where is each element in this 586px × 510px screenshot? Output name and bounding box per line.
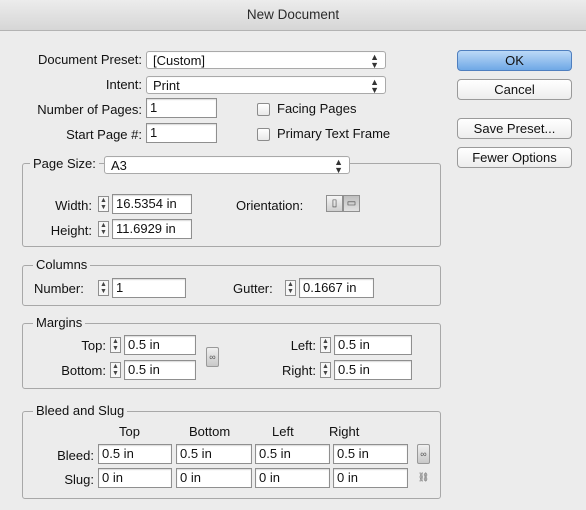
- intent-label: Intent:: [105, 77, 142, 92]
- bleed-label: Bleed:: [57, 448, 94, 463]
- document-preset-label: Document Preset:: [37, 52, 142, 67]
- margin-left-stepper[interactable]: ▲ ▼: [320, 337, 331, 353]
- width-label: Width:: [55, 198, 92, 213]
- primary-text-frame-label: Primary Text Frame: [277, 126, 391, 141]
- intent-select[interactable]: Print ▲ ▼: [146, 76, 386, 95]
- bleed-header-right: Right: [329, 424, 360, 439]
- bleed-slug-title: Bleed and Slug: [33, 403, 128, 418]
- bleed-header-bottom: Bottom: [189, 424, 231, 439]
- width-field[interactable]: 16.5354 in: [112, 194, 192, 214]
- margin-bottom-label: Bottom:: [61, 363, 106, 378]
- margin-left-label: Left:: [290, 338, 316, 353]
- window-title: New Document: [0, 0, 586, 31]
- popup-arrows-icon: ▲ ▼: [334, 157, 343, 175]
- popup-arrows-icon: ▲ ▼: [370, 52, 379, 70]
- page-size-select[interactable]: A3 ▲ ▼: [104, 156, 350, 175]
- number-of-pages-label: Number of Pages:: [37, 102, 142, 117]
- slug-label: Slug:: [64, 472, 94, 487]
- height-stepper[interactable]: ▲ ▼: [98, 221, 109, 237]
- facing-pages-label: Facing Pages: [277, 101, 357, 116]
- start-page-field[interactable]: 1: [146, 123, 217, 143]
- slug-right-field[interactable]: 0 in: [333, 468, 408, 488]
- page-size-value: A3: [111, 158, 127, 173]
- slug-left-field[interactable]: 0 in: [255, 468, 330, 488]
- document-preset-select[interactable]: [Custom] ▲ ▼: [146, 51, 386, 70]
- slug-top-field[interactable]: 0 in: [98, 468, 172, 488]
- fewer-options-button[interactable]: Fewer Options: [457, 147, 572, 168]
- margins-title: Margins: [33, 315, 86, 330]
- bleed-top-field[interactable]: 0.5 in: [98, 444, 172, 464]
- margins-link-icon[interactable]: ∞: [206, 347, 219, 367]
- landscape-orientation-icon[interactable]: ▭: [343, 195, 360, 212]
- page-size-label: Page Size:: [30, 156, 99, 171]
- intent-value: Print: [153, 78, 180, 93]
- primary-text-frame-checkbox[interactable]: [257, 128, 270, 141]
- margin-bottom-stepper[interactable]: ▲ ▼: [110, 362, 121, 378]
- popup-arrows-icon: ▲ ▼: [370, 77, 379, 95]
- width-stepper[interactable]: ▲ ▼: [98, 196, 109, 212]
- margin-top-field[interactable]: 0.5 in: [124, 335, 196, 355]
- columns-number-field[interactable]: 1: [112, 278, 186, 298]
- margin-bottom-field[interactable]: 0.5 in: [124, 360, 196, 380]
- bleed-right-field[interactable]: 0.5 in: [333, 444, 408, 464]
- columns-number-label: Number:: [34, 281, 84, 296]
- margin-top-label: Top:: [81, 338, 106, 353]
- bleed-bottom-field[interactable]: 0.5 in: [176, 444, 252, 464]
- ok-button[interactable]: OK: [457, 50, 572, 71]
- height-label: Height:: [50, 223, 92, 238]
- height-field[interactable]: 11.6929 in: [112, 219, 192, 239]
- columns-title: Columns: [33, 257, 91, 272]
- gutter-label: Gutter:: [233, 281, 273, 296]
- gutter-field[interactable]: 0.1667 in: [299, 278, 374, 298]
- margin-right-label: Right:: [282, 363, 316, 378]
- bleed-link-icon[interactable]: ∞: [417, 444, 430, 464]
- save-preset-button[interactable]: Save Preset...: [457, 118, 572, 139]
- cancel-button[interactable]: Cancel: [457, 79, 572, 100]
- slug-bottom-field[interactable]: 0 in: [176, 468, 252, 488]
- bleed-header-top: Top: [119, 424, 140, 439]
- margin-right-stepper[interactable]: ▲ ▼: [320, 362, 331, 378]
- margin-left-field[interactable]: 0.5 in: [334, 335, 412, 355]
- bleed-left-field[interactable]: 0.5 in: [255, 444, 330, 464]
- portrait-orientation-icon[interactable]: ▯: [326, 195, 343, 212]
- margin-top-stepper[interactable]: ▲ ▼: [110, 337, 121, 353]
- columns-number-stepper[interactable]: ▲ ▼: [98, 280, 109, 296]
- bleed-header-left: Left: [272, 424, 294, 439]
- gutter-stepper[interactable]: ▲ ▼: [285, 280, 296, 296]
- facing-pages-checkbox[interactable]: [257, 103, 270, 116]
- orientation-label: Orientation:: [236, 198, 304, 213]
- start-page-label: Start Page #:: [66, 127, 142, 142]
- margin-right-field[interactable]: 0.5 in: [334, 360, 412, 380]
- number-of-pages-field[interactable]: 1: [146, 98, 217, 118]
- document-preset-value: [Custom]: [153, 53, 206, 68]
- slug-unlink-icon[interactable]: ⛓: [417, 468, 430, 488]
